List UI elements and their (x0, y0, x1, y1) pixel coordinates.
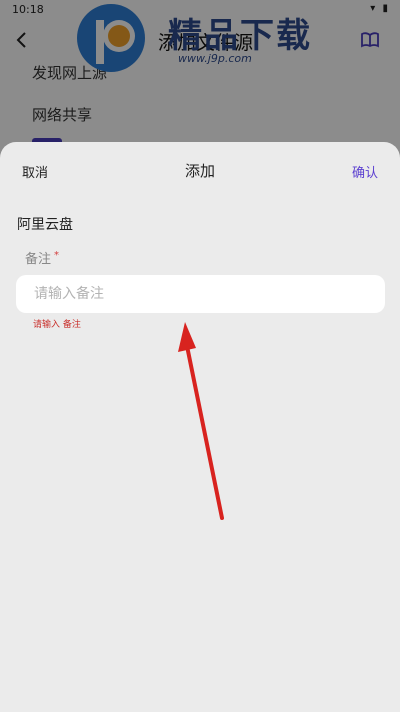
bottom-sheet: 取消 添加 确认 阿里云盘 备注 * 请输入 备注 (0, 142, 400, 712)
section-title: 阿里云盘 (17, 217, 73, 233)
error-message: 请输入 备注 (33, 320, 81, 330)
field-label-text: 备注 (25, 252, 52, 267)
remark-input[interactable] (16, 275, 385, 313)
sheet-header: 取消 添加 确认 (0, 142, 400, 198)
required-mark: * (54, 249, 60, 261)
field-label: 备注 * (25, 248, 59, 267)
sheet-title: 添加 (184, 162, 215, 180)
confirm-button[interactable]: 确认 (352, 162, 378, 181)
